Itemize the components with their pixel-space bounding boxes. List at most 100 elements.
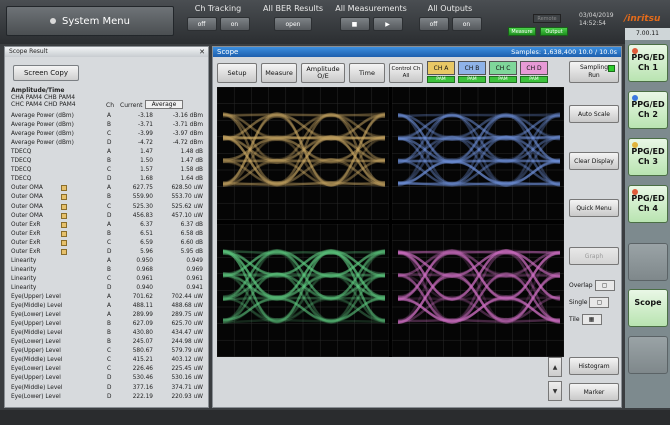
result-row: TDECQ D 1.68 1.64 dB: [11, 176, 206, 183]
settings-icon[interactable]: [61, 194, 67, 200]
marker-button[interactable]: Marker: [569, 383, 619, 401]
system-menu-icon: [50, 18, 56, 24]
measurement-name: TDECQ: [11, 149, 31, 156]
graph-button[interactable]: Graph: [569, 247, 619, 265]
quick-menu-button[interactable]: Quick Menu: [569, 199, 619, 217]
current-value: 430.80: [129, 330, 153, 337]
average-value: 702.44 uW: [159, 294, 203, 301]
current-value: 530.46: [129, 375, 153, 382]
measurement-name: TDECQ: [11, 176, 31, 183]
current-value: 0.968: [129, 267, 153, 274]
result-row: Eye(Lower) Level A 289.99 289.75 uW: [11, 312, 206, 319]
average-value: 0.949: [159, 258, 203, 265]
channel-legend-2: CHC PAM4 CHD PAM4: [11, 101, 76, 108]
ch-tracking-group: Ch Tracking off on: [178, 4, 258, 31]
average-value: 0.941: [159, 285, 203, 292]
channel-button[interactable]: CH C: [489, 61, 517, 75]
current-value: 222.19: [129, 394, 153, 401]
result-row: Linearity B 0.968 0.969: [11, 267, 206, 274]
result-row: Average Power (dBm) A -3.18 -3.16 dBm: [11, 113, 206, 120]
ch-tracking-off-button[interactable]: off: [187, 17, 217, 31]
measure-button[interactable]: Measure: [261, 63, 297, 83]
col-ch-header: Ch: [106, 102, 114, 109]
all-measurements-label: All Measurements: [330, 4, 412, 13]
setup-button[interactable]: Setup: [217, 63, 257, 83]
button-line-1: PPG/ED: [629, 100, 667, 110]
all-outputs-off-button[interactable]: off: [419, 17, 449, 31]
settings-icon[interactable]: [61, 249, 67, 255]
measurement-name: Eye(Lower) Level: [11, 312, 61, 319]
ppg-ed-ch4-button[interactable]: PPG/ED Ch 4: [628, 185, 668, 223]
settings-icon[interactable]: [61, 213, 67, 219]
clear-display-button[interactable]: Clear Display: [569, 152, 619, 170]
average-value: 225.45 uW: [159, 366, 203, 373]
scope-result-title: Scope Result: [9, 48, 48, 55]
eye-ch-d: [392, 224, 564, 357]
current-value: 456.83: [129, 213, 153, 220]
eye-diagram-display[interactable]: [217, 87, 564, 357]
measurement-name: TDECQ: [11, 158, 31, 165]
current-value: -3.18: [129, 113, 153, 120]
measurement-name: Outer ExR: [11, 222, 40, 229]
sampling-run-button[interactable]: Sampling Run: [569, 61, 619, 83]
all-outputs-on-button[interactable]: on: [452, 17, 482, 31]
stop-measurement-button[interactable]: ■: [340, 17, 370, 31]
auto-scale-button[interactable]: Auto Scale: [569, 105, 619, 123]
channel-button[interactable]: CH D: [520, 61, 548, 75]
control-all-label: All: [403, 73, 410, 80]
settings-icon[interactable]: [61, 231, 67, 237]
samples-count: Samples: 1,638,400: [511, 48, 576, 56]
blank-nav-button[interactable]: [628, 336, 668, 374]
tile-option[interactable]: Tile ▦: [569, 313, 619, 326]
current-value: 627.09: [129, 321, 153, 328]
current-value: 289.99: [129, 312, 153, 319]
settings-icon[interactable]: [61, 240, 67, 246]
tile-grid-icon: ▦: [582, 314, 602, 325]
histogram-button[interactable]: Histogram: [569, 357, 619, 375]
single-option[interactable]: Single ▢: [569, 296, 619, 309]
button-line-2: Ch 4: [629, 204, 667, 214]
measurement-name: Eye(Upper) Level: [11, 375, 61, 382]
channel-cell: A: [107, 222, 111, 229]
average-button[interactable]: Average: [145, 100, 183, 109]
close-icon[interactable]: ✕: [199, 47, 205, 57]
current-value: 580.67: [129, 348, 153, 355]
result-row: Average Power (dBm) D -4.72 -4.72 dBm: [11, 140, 206, 147]
measurement-name: Outer OMA: [11, 204, 43, 211]
average-value: 525.62 uW: [159, 204, 203, 211]
all-ber-open-button[interactable]: open: [274, 17, 312, 31]
overlap-option[interactable]: Overlap ▢: [569, 279, 619, 292]
result-row: Eye(Middle) Level A 488.11 488.68 uW: [11, 303, 206, 310]
system-menu-button[interactable]: System Menu: [6, 6, 174, 36]
control-ch-button[interactable]: Control Ch All: [389, 63, 423, 83]
current-value: 525.30: [129, 204, 153, 211]
blank-nav-button[interactable]: [628, 243, 668, 281]
average-value: 374.71 uW: [159, 385, 203, 392]
start-measurement-button[interactable]: ▶: [373, 17, 403, 31]
average-value: -3.71 dBm: [159, 122, 203, 129]
all-ber-label: All BER Results: [258, 4, 328, 13]
output-indicator: Output: [540, 27, 568, 36]
channel-cell: A: [107, 185, 111, 192]
eye-ch-b: [392, 87, 564, 220]
amplitude-oe-button[interactable]: Amplitude O/E: [301, 63, 345, 83]
ppg-ed-ch2-button[interactable]: PPG/ED Ch 2: [628, 91, 668, 129]
screen-copy-button[interactable]: Screen Copy: [13, 65, 79, 81]
ch-tracking-on-button[interactable]: on: [220, 17, 250, 31]
settings-icon[interactable]: [61, 204, 67, 210]
scroll-down-icon[interactable]: ▼: [548, 381, 562, 401]
result-row: Outer OMA D 456.83 457.10 uW: [11, 213, 206, 220]
settings-icon[interactable]: [61, 222, 67, 228]
button-line-2: Ch 3: [629, 157, 667, 167]
button-line-1: PPG/ED: [629, 53, 667, 63]
scroll-up-icon[interactable]: ▲: [548, 357, 562, 377]
settings-icon[interactable]: [61, 185, 67, 191]
channel-button[interactable]: CH A: [427, 61, 455, 75]
scope-nav-button[interactable]: Scope: [628, 289, 668, 327]
status-dot-icon: [632, 95, 638, 101]
ppg-ed-ch1-button[interactable]: PPG/ED Ch 1: [628, 44, 668, 82]
channel-button[interactable]: CH B: [458, 61, 486, 75]
time-button[interactable]: Time: [349, 63, 385, 83]
ppg-ed-ch3-button[interactable]: PPG/ED Ch 3: [628, 138, 668, 176]
all-ber-group: All BER Results open: [258, 4, 328, 31]
